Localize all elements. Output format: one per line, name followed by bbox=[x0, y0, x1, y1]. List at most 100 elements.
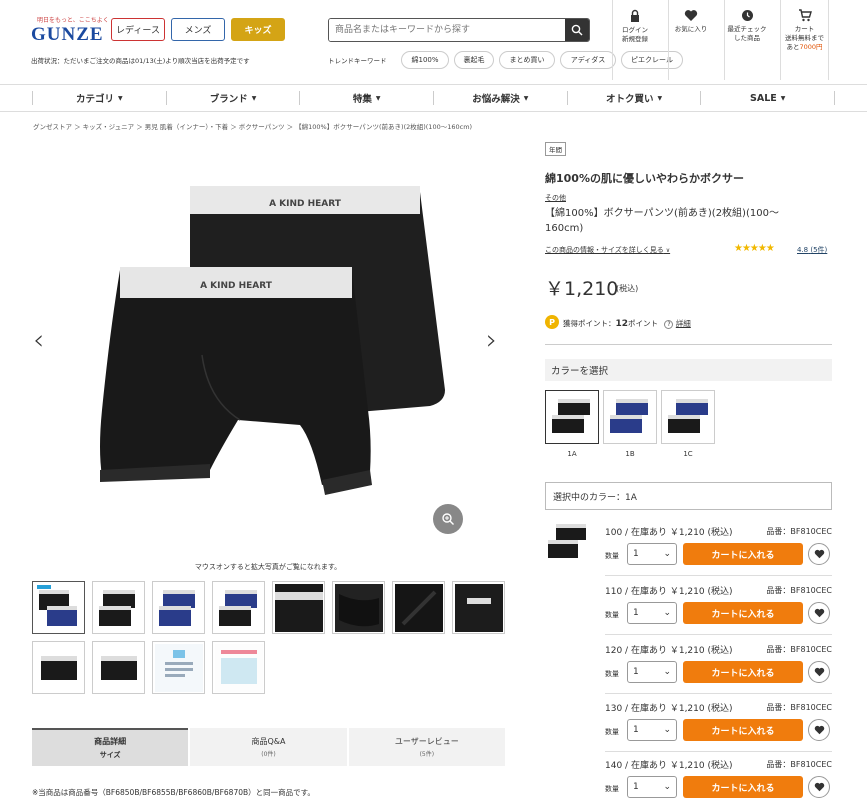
thumbnail[interactable] bbox=[332, 581, 385, 634]
color-label: 1B bbox=[625, 450, 635, 458]
detail-tabs: 商品詳細 サイズ 商品Q&A (0件) ユーザーレビュー (5件) bbox=[32, 728, 505, 766]
season-badge: 年間 bbox=[545, 142, 566, 156]
chevron-down-icon: ▼ bbox=[251, 94, 257, 102]
nav-solution[interactable]: お悩み解決 ▼ bbox=[433, 91, 567, 105]
tab-reviews[interactable]: ユーザーレビュー (5件) bbox=[348, 728, 505, 766]
favorite-button[interactable] bbox=[808, 719, 830, 741]
next-image-arrow[interactable]: › bbox=[486, 323, 497, 356]
login-link[interactable]: ログイン 新規登録 bbox=[612, 0, 657, 80]
add-to-cart-button[interactable]: カートに入れる bbox=[683, 602, 803, 624]
favorite-button[interactable] bbox=[808, 543, 830, 565]
favorite-button[interactable] bbox=[808, 602, 830, 624]
tab-qa[interactable]: 商品Q&A (0件) bbox=[190, 728, 347, 766]
size-row: 120 / 在庫あり ￥1,210 (税込) 品番：BF810CEC 数量 1 ⌄… bbox=[605, 643, 832, 698]
chevron-down-icon: ⌄ bbox=[663, 782, 671, 792]
cart-icon bbox=[798, 9, 812, 22]
heart-icon bbox=[814, 782, 824, 792]
logo-tagline: 明日をもっと、ここちよく bbox=[37, 17, 109, 24]
add-to-cart-button[interactable]: カートに入れる bbox=[683, 661, 803, 683]
nav-category[interactable]: カテゴリ ▼ bbox=[32, 91, 166, 105]
zoom-button[interactable] bbox=[433, 504, 463, 534]
thumbnail[interactable] bbox=[92, 581, 145, 634]
chevron-down-icon: ▼ bbox=[375, 94, 381, 102]
ladies-button[interactable]: レディース bbox=[111, 18, 165, 41]
thumbnail[interactable] bbox=[212, 581, 265, 634]
thumbnail[interactable] bbox=[212, 641, 265, 694]
color-swatch-1b[interactable] bbox=[603, 390, 657, 444]
mens-button[interactable]: メンズ bbox=[171, 18, 225, 41]
product-title: 【綿100%】ボクサーパンツ(前あき)(2枚組)(100～160cm) bbox=[545, 208, 779, 234]
favorite-button[interactable] bbox=[808, 776, 830, 798]
trend-keyword[interactable]: 裏起毛 bbox=[454, 51, 494, 69]
breadcrumb[interactable]: グンゼストア ＞ キッズ・ジュニア ＞ 男児 肌着（インナー）・下着 ＞ ボクサ… bbox=[33, 121, 472, 131]
chevron-down-icon: ⌄ bbox=[663, 608, 671, 618]
chevron-down-icon: ∨ bbox=[663, 247, 671, 254]
quantity-select[interactable]: 1 ⌄ bbox=[627, 602, 677, 624]
heart-icon bbox=[684, 10, 698, 21]
recent-label: 最近チェック bbox=[727, 25, 767, 33]
chevron-down-icon: ▼ bbox=[118, 94, 123, 102]
quantity-select[interactable]: 1 ⌄ bbox=[627, 776, 677, 798]
add-to-cart-button[interactable]: カートに入れる bbox=[683, 543, 803, 565]
prev-image-arrow[interactable]: ‹ bbox=[33, 323, 44, 356]
login-icon bbox=[631, 9, 639, 22]
trend-keyword[interactable]: まとめ買い bbox=[499, 51, 555, 69]
color-swatch-1c[interactable] bbox=[661, 390, 715, 444]
favorite-button[interactable] bbox=[808, 661, 830, 683]
nav-brand[interactable]: ブランド ▼ bbox=[165, 91, 300, 105]
hover-hint: マウスオンすると拡大写真がご覧になれます。 bbox=[194, 563, 342, 571]
search-button[interactable] bbox=[565, 19, 589, 41]
kids-button[interactable]: キッズ bbox=[231, 18, 285, 41]
quantity-select[interactable]: 1 ⌄ bbox=[627, 719, 677, 741]
register-label: 新規登録 bbox=[622, 35, 648, 43]
nav-sale[interactable]: SALE ▼ bbox=[700, 91, 836, 105]
tax-label: (税込) bbox=[616, 284, 639, 293]
detail-link[interactable]: この商品の情報・サイズを詳しく見る ∨ bbox=[545, 245, 670, 255]
quantity-select[interactable]: 1 ⌄ bbox=[627, 543, 677, 565]
divider bbox=[545, 344, 832, 345]
nav-deals[interactable]: オトク買い ▼ bbox=[566, 91, 701, 105]
cart-link[interactable]: カート 送料無料まで あと7000円 bbox=[780, 0, 828, 80]
rating-link[interactable]: 4.8 (5件) bbox=[797, 245, 827, 255]
thumbnail[interactable] bbox=[272, 581, 325, 634]
add-to-cart-button[interactable]: カートに入れる bbox=[683, 719, 803, 741]
search-input[interactable] bbox=[329, 19, 565, 41]
favorites-link[interactable]: お気に入り bbox=[668, 0, 713, 80]
free-shipping-label: 送料無料まで bbox=[785, 34, 824, 42]
heart-icon bbox=[814, 725, 824, 735]
waistband-text: A KIND HEART bbox=[269, 199, 342, 209]
thumbnail[interactable] bbox=[452, 581, 505, 634]
thumbnail[interactable] bbox=[32, 581, 85, 634]
chevron-down-icon: ▼ bbox=[780, 94, 786, 102]
thumbnail[interactable] bbox=[152, 641, 205, 694]
qty-label: 数量 bbox=[605, 728, 619, 736]
product-catchphrase: 綿100%の肌に優しいやわらかボクサー bbox=[545, 172, 744, 185]
thumbnail[interactable] bbox=[392, 581, 445, 634]
thumbnail[interactable] bbox=[32, 641, 85, 694]
size-row: 130 / 在庫あり ￥1,210 (税込) 品番：BF810CEC 数量 1 ⌄… bbox=[605, 701, 832, 756]
thumbnail[interactable] bbox=[152, 581, 205, 634]
color-label: 1A bbox=[567, 450, 577, 458]
header-divider bbox=[828, 0, 829, 80]
tab-details[interactable]: 商品詳細 サイズ bbox=[32, 728, 189, 766]
quantity-select[interactable]: 1 ⌄ bbox=[627, 661, 677, 683]
brand-link[interactable]: その他 bbox=[545, 193, 566, 203]
product-main-image[interactable]: A KIND HEART A KIND HEART bbox=[90, 180, 455, 505]
add-to-cart-button[interactable]: カートに入れる bbox=[683, 776, 803, 798]
trend-keyword[interactable]: アディダス bbox=[560, 51, 616, 69]
qty-label: 数量 bbox=[605, 670, 619, 678]
point-icon: P bbox=[545, 315, 559, 329]
recent-label-2: した商品 bbox=[734, 34, 760, 42]
chevron-down-icon: ⌄ bbox=[663, 725, 671, 735]
product-price: ￥1,210 bbox=[545, 278, 619, 300]
cart-label: カート bbox=[794, 25, 815, 33]
recent-link[interactable]: 最近チェック した商品 bbox=[724, 0, 769, 80]
color-swatch-1a[interactable] bbox=[545, 390, 599, 444]
thumbnail[interactable] bbox=[92, 641, 145, 694]
gunze-logo[interactable]: GUNZE bbox=[31, 24, 104, 46]
points-detail-link[interactable]: 詳細 bbox=[676, 319, 691, 328]
trend-keyword[interactable]: 綿100% bbox=[401, 51, 449, 69]
login-label: ログイン bbox=[622, 26, 648, 34]
nav-feature[interactable]: 特集 ▼ bbox=[299, 91, 433, 105]
clock-icon bbox=[741, 10, 753, 21]
